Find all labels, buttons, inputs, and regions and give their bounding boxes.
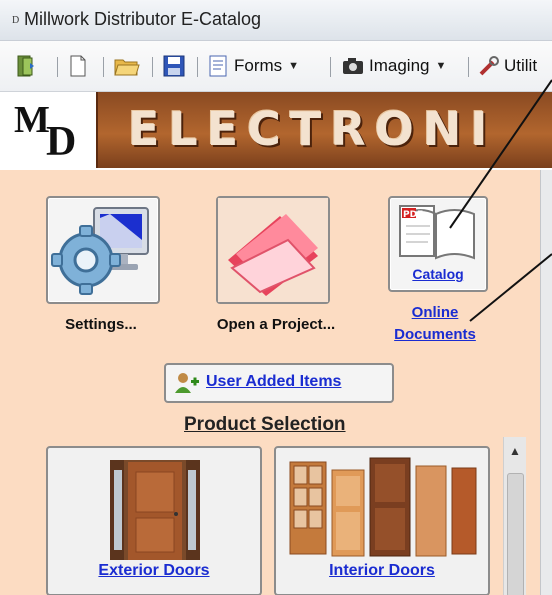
exterior-doors-card[interactable]: Exterior Doors bbox=[46, 446, 262, 595]
catalog-button[interactable]: PDF Catalog bbox=[388, 196, 488, 292]
product-scrollbar[interactable]: ▲ bbox=[503, 437, 526, 595]
window-title: Millwork Distributor E-Catalog bbox=[24, 9, 262, 29]
logo: M D bbox=[0, 92, 98, 168]
imaging-menu[interactable]: Imaging ▼ bbox=[342, 53, 446, 79]
exterior-door-icon bbox=[110, 460, 200, 560]
open-folder-icon bbox=[114, 59, 140, 76]
open-project-button[interactable] bbox=[216, 196, 330, 304]
forms-icon bbox=[209, 55, 227, 77]
settings-button[interactable] bbox=[46, 196, 160, 304]
new-document-icon bbox=[70, 55, 86, 77]
tools-icon bbox=[479, 56, 499, 76]
user-added-items-label: User Added Items bbox=[206, 373, 342, 390]
save-disk-icon bbox=[163, 55, 185, 77]
toolbar: Forms ▼ Imaging ▼ Utilit bbox=[0, 41, 552, 92]
settings-monitor-gear-icon bbox=[51, 207, 149, 295]
exit-button[interactable] bbox=[16, 53, 38, 79]
add-user-icon bbox=[175, 373, 199, 393]
save-button[interactable] bbox=[163, 53, 185, 79]
chevron-down-icon: ▼ bbox=[288, 60, 300, 72]
brand-banner: M D ELECTRONI bbox=[0, 92, 552, 168]
camera-icon bbox=[343, 58, 363, 74]
product-list: Exterior Doors Interior Doors bbox=[46, 446, 502, 595]
online-documents-line2: Documents bbox=[394, 326, 476, 343]
product-selection-title: Product Selection bbox=[184, 414, 346, 435]
imaging-label: Imaging bbox=[369, 56, 430, 75]
user-added-items-button[interactable]: User Added Items bbox=[164, 363, 394, 403]
logo-letter-m: M bbox=[14, 99, 50, 141]
banner-title: ELECTRONI bbox=[128, 102, 497, 156]
exterior-doors-label: Exterior Doors bbox=[98, 562, 210, 579]
online-documents-link[interactable]: Online Documents bbox=[370, 302, 500, 346]
interior-doors-icon bbox=[289, 457, 477, 557]
utilities-label: Utilit bbox=[504, 56, 538, 75]
online-documents-line1: Online bbox=[411, 304, 459, 321]
svg-text:PDF: PDF bbox=[403, 210, 423, 220]
forms-menu[interactable]: Forms ▼ bbox=[208, 53, 299, 79]
interior-doors-card[interactable]: Interior Doors bbox=[274, 446, 490, 595]
open-folder-icon bbox=[218, 198, 328, 302]
pdf-book-icon: PDF bbox=[399, 205, 475, 260]
utilities-menu[interactable]: Utilit bbox=[478, 53, 537, 79]
open-project-label: Open a Project... bbox=[216, 316, 336, 333]
interior-doors-label: Interior Doors bbox=[329, 562, 435, 579]
app-window: D Millwork Distributor E-Catalog Forms ▼… bbox=[0, 0, 552, 595]
scroll-up-arrow-icon[interactable]: ▲ bbox=[504, 437, 526, 465]
title-bar: D Millwork Distributor E-Catalog bbox=[0, 0, 552, 41]
catalog-link[interactable]: Catalog bbox=[390, 266, 486, 282]
scroll-thumb[interactable] bbox=[507, 473, 524, 595]
logo-letter-d: D bbox=[46, 119, 77, 165]
new-document-button[interactable] bbox=[69, 53, 87, 79]
exit-door-icon bbox=[17, 55, 34, 77]
settings-label: Settings... bbox=[65, 316, 137, 333]
forms-label: Forms bbox=[234, 56, 283, 75]
open-button[interactable] bbox=[114, 53, 140, 79]
right-edge-strip bbox=[540, 170, 552, 595]
chevron-down-icon: ▼ bbox=[435, 60, 447, 72]
